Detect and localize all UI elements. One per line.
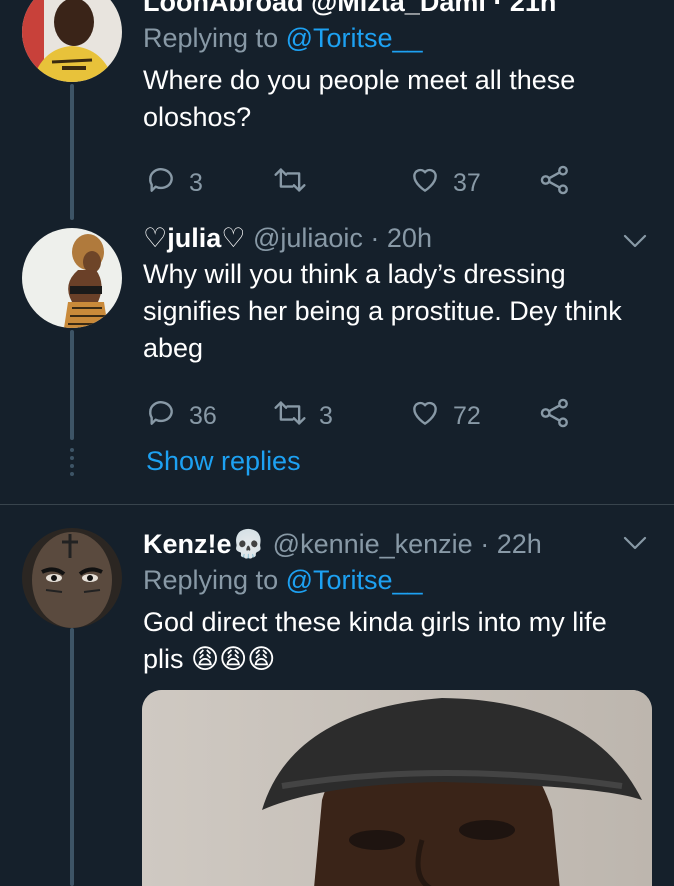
chevron-down-icon <box>622 234 648 254</box>
thread-more-dots[interactable] <box>67 448 77 480</box>
retweet-icon <box>273 164 307 203</box>
thread-line <box>70 628 74 886</box>
reply-icon <box>145 397 177 436</box>
display-name[interactable]: Kenz!e💀 <box>143 529 265 559</box>
tweet-text: God direct these kinda girls into my lif… <box>143 607 607 674</box>
replying-to-label: Replying to <box>143 565 286 595</box>
share-button[interactable] <box>539 164 571 203</box>
retweet-button[interactable] <box>273 164 319 203</box>
user-handle[interactable]: @kennie_kenzie <box>273 529 473 559</box>
replying-to: Replying to @Toritse__ <box>143 562 654 598</box>
like-button[interactable]: 72 <box>409 397 481 436</box>
display-name[interactable]: ♡julia♡ <box>143 223 245 253</box>
avatar[interactable] <box>22 228 122 328</box>
avatar[interactable] <box>22 528 122 628</box>
mention-link[interactable]: @Toritse__ <box>286 23 423 53</box>
tweet-media-image[interactable] <box>142 690 652 886</box>
share-icon <box>539 164 571 203</box>
avatar[interactable] <box>22 0 122 82</box>
tweet-text: Where do you people meet all these olosh… <box>143 65 576 132</box>
header-separator: · <box>472 529 497 559</box>
reply-icon <box>145 164 177 203</box>
tweet-menu-button[interactable] <box>622 232 648 255</box>
display-name[interactable]: LoonAbroad @Mizta_Dami · 21h <box>143 0 556 17</box>
share-icon <box>539 397 571 436</box>
divider <box>0 504 674 505</box>
tweet-header: LoonAbroad @Mizta_Dami · 21h <box>143 0 654 20</box>
reply-button[interactable]: 36 <box>145 397 217 436</box>
share-button[interactable] <box>539 397 571 436</box>
heart-icon <box>409 397 441 436</box>
thread-line <box>70 84 74 220</box>
like-count: 37 <box>453 169 481 197</box>
mention-link[interactable]: @Toritse__ <box>286 565 423 595</box>
reply-button[interactable]: 3 <box>145 164 203 203</box>
heart-icon <box>409 164 441 203</box>
retweet-count: 3 <box>319 402 333 430</box>
thread-line <box>70 330 74 440</box>
replying-to-label: Replying to <box>143 23 286 53</box>
retweet-icon <box>273 397 307 436</box>
user-handle[interactable]: @juliaoic <box>253 223 363 253</box>
timestamp[interactable]: 20h <box>387 223 432 253</box>
like-count: 72 <box>453 402 481 430</box>
tweet-text: Why will you think a lady’s dressing sig… <box>143 259 622 363</box>
show-replies-link[interactable]: Show replies <box>146 446 301 477</box>
reply-count: 3 <box>189 169 203 197</box>
header-separator: · <box>362 223 387 253</box>
timeline: LoonAbroad @Mizta_Dami · 21h Replying to… <box>0 0 674 886</box>
chevron-down-icon <box>622 536 648 556</box>
tweet-menu-button[interactable] <box>622 534 648 557</box>
tweet-header: Kenz!e💀 @kennie_kenzie · 22h <box>143 526 654 562</box>
tweet-actions: 36 3 72 <box>143 397 654 437</box>
retweet-button[interactable]: 3 <box>273 397 333 436</box>
tweet-header: ♡julia♡ @juliaoic · 20h <box>143 220 654 256</box>
replying-to: Replying to @Toritse__ <box>143 20 654 56</box>
timestamp[interactable]: 22h <box>497 529 542 559</box>
tweet-actions: 3 37 <box>143 164 654 204</box>
like-button[interactable]: 37 <box>409 164 481 203</box>
reply-count: 36 <box>189 402 217 430</box>
